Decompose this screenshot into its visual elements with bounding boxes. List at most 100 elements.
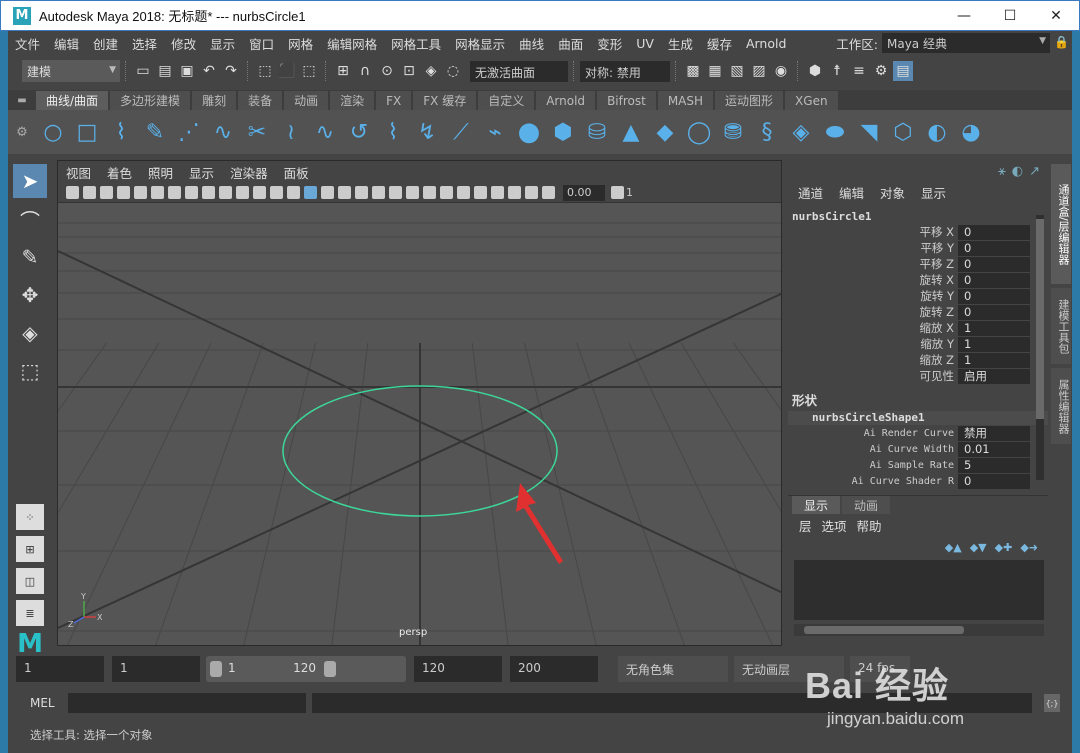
new-empty-layer-icon[interactable]: ◆✚ xyxy=(995,541,1013,554)
channel-attribute-row[interactable]: 平移 X 0 xyxy=(788,224,1048,240)
tab-modeling-toolkit[interactable]: 建模工具包 xyxy=(1051,288,1071,364)
pencil-curve-icon[interactable]: ✎ xyxy=(141,118,169,146)
default-material-icon[interactable] xyxy=(321,186,334,199)
tool-settings-icon[interactable]: ⚙ xyxy=(871,61,891,81)
depth-of-field-icon[interactable] xyxy=(457,186,470,199)
select-hierarchy-icon[interactable]: ⬚ xyxy=(255,61,275,81)
script-language-toggle[interactable]: MEL xyxy=(8,696,58,710)
cv-curve-icon[interactable]: ⌇ xyxy=(107,118,135,146)
xray-icon[interactable] xyxy=(491,186,504,199)
nurbs-square-icon[interactable]: □ xyxy=(73,118,101,146)
tab-mash[interactable]: MASH xyxy=(657,91,714,110)
channel-attribute-row[interactable]: 旋转 X 0 xyxy=(788,272,1048,288)
character-set-select[interactable]: 无角色集 xyxy=(618,656,728,682)
layer-menu-options[interactable]: 选项 xyxy=(819,516,850,535)
snap-grid-icon[interactable]: ⊞ xyxy=(333,61,353,81)
image-plane-icon[interactable] xyxy=(117,186,130,199)
isolate-select-icon[interactable] xyxy=(474,186,487,199)
channel-box-expand-icon[interactable]: ↗ xyxy=(1029,164,1040,179)
nurbs-sphere-icon[interactable]: ● xyxy=(515,117,543,147)
shelf-grip-icon[interactable]: ▬ xyxy=(8,90,36,110)
two-view-layout-icon[interactable]: ◫ xyxy=(16,568,44,594)
outliner-layout-icon[interactable]: ≣ xyxy=(16,600,44,626)
menu-curves[interactable]: 曲线 xyxy=(512,34,551,53)
layer-list-scrollbar[interactable] xyxy=(794,624,1044,636)
extrude-icon[interactable]: ⬬ xyxy=(821,118,849,146)
channel-attribute-value[interactable]: 启用 xyxy=(958,368,1030,384)
channel-attribute-value[interactable]: 0 xyxy=(958,272,1030,288)
revolve-icon[interactable]: ⛃ xyxy=(719,118,747,146)
range-end-handle[interactable] xyxy=(324,661,336,677)
save-scene-icon[interactable]: ▣ xyxy=(177,61,197,81)
menu-arnold[interactable]: Arnold xyxy=(739,36,793,51)
birail-icon[interactable]: ◕ xyxy=(957,118,985,146)
viewport-menu-view[interactable]: 视图 xyxy=(58,163,99,182)
channel-attribute-value[interactable]: 1 xyxy=(958,352,1030,368)
tab-rigging[interactable]: 装备 xyxy=(238,91,283,110)
move-tool-icon[interactable]: ✥ xyxy=(13,278,47,312)
nurbs-cube-icon[interactable]: ⬢ xyxy=(549,118,577,146)
exposure-field[interactable]: 0.00 xyxy=(563,184,605,201)
camera-attributes-icon[interactable] xyxy=(83,186,96,199)
menu-uv[interactable]: UV xyxy=(629,36,661,51)
tab-display-layers[interactable]: 显示 xyxy=(792,496,841,514)
playback-end-field[interactable]: 120 xyxy=(414,656,502,682)
shelf-gear-icon[interactable]: ⚙ xyxy=(8,125,36,140)
tab-xgen[interactable]: XGen xyxy=(785,91,838,110)
use-all-lights-icon[interactable] xyxy=(372,186,385,199)
rotate-tool-icon[interactable]: ◈ xyxy=(13,316,47,350)
select-object-icon[interactable]: ⬛ xyxy=(277,61,297,81)
nurbs-torus-icon[interactable]: ◯ xyxy=(685,118,713,146)
single-view-layout-icon[interactable]: ⁘ xyxy=(16,504,44,530)
move-layer-up-icon[interactable]: ◆▲ xyxy=(945,541,962,554)
channel-attribute-row[interactable]: 可见性 启用 xyxy=(788,368,1048,384)
attribute-editor-icon[interactable]: ≡ xyxy=(849,61,869,81)
tab-sculpting[interactable]: 雕刻 xyxy=(192,91,237,110)
detach-curves-icon[interactable]: ∿ xyxy=(311,118,339,146)
layer-menu-layers[interactable]: 层 xyxy=(796,516,815,535)
channel-attribute-value[interactable]: 禁用 xyxy=(958,425,1030,441)
shadows-icon[interactable] xyxy=(389,186,402,199)
safe-action-icon[interactable] xyxy=(253,186,266,199)
modeling-toolkit-icon[interactable]: ⬢ xyxy=(805,61,825,81)
menu-generate[interactable]: 生成 xyxy=(661,34,700,53)
animation-end-field[interactable]: 200 xyxy=(510,656,598,682)
menu-windows[interactable]: 窗口 xyxy=(242,34,281,53)
arc-curve-icon[interactable]: ∿ xyxy=(209,118,237,146)
grease-pencil-icon[interactable] xyxy=(151,186,164,199)
open-scene-icon[interactable]: ▤ xyxy=(155,61,175,81)
four-view-layout-icon[interactable]: ⊞ xyxy=(16,536,44,562)
channel-attribute-value[interactable]: 0 xyxy=(958,304,1030,320)
channel-attribute-value[interactable]: 0.01 xyxy=(958,441,1030,457)
ipr-render-icon[interactable]: ▧ xyxy=(727,61,747,81)
xray-components-icon[interactable] xyxy=(525,186,538,199)
rebuild-curve-icon[interactable]: ↺ xyxy=(345,118,373,146)
snap-surface-icon[interactable]: ◈ xyxy=(421,61,441,81)
viewport-menu-shading[interactable]: 着色 xyxy=(99,163,140,182)
minimize-button[interactable]: — xyxy=(941,1,987,31)
command-input[interactable] xyxy=(68,693,306,713)
channel-attribute-value[interactable]: 0 xyxy=(958,288,1030,304)
motion-blur-icon[interactable] xyxy=(423,186,436,199)
render-settings-icon[interactable]: ▨ xyxy=(749,61,769,81)
close-button[interactable]: ✕ xyxy=(1033,1,1079,31)
channel-attribute-row[interactable]: 平移 Z 0 xyxy=(788,256,1048,272)
layer-list[interactable] xyxy=(794,560,1044,620)
resolution-gate-icon[interactable] xyxy=(202,186,215,199)
menu-surfaces[interactable]: 曲面 xyxy=(551,34,590,53)
gate-mask-icon[interactable] xyxy=(219,186,232,199)
paint-select-icon[interactable]: ✎ xyxy=(13,240,47,274)
channel-box-scrollbar[interactable] xyxy=(1036,215,1044,480)
symmetry-field[interactable]: 对称: 禁用 xyxy=(580,60,670,82)
move-layer-down-icon[interactable]: ◆▼ xyxy=(970,541,987,554)
tab-anim-layers[interactable]: 动画 xyxy=(842,496,891,514)
render-icon[interactable]: ▦ xyxy=(705,61,725,81)
channel-attribute-value[interactable]: 1 xyxy=(958,320,1030,336)
tab-animation[interactable]: 动画 xyxy=(284,91,329,110)
field-chart-icon[interactable] xyxy=(236,186,249,199)
tab-fx[interactable]: FX xyxy=(376,91,412,110)
menu-select[interactable]: 选择 xyxy=(125,34,164,53)
menu-edit[interactable]: 编辑 xyxy=(47,34,86,53)
tab-fx-caching[interactable]: FX 缓存 xyxy=(413,91,477,110)
gamma-field[interactable]: 1 xyxy=(626,186,633,199)
